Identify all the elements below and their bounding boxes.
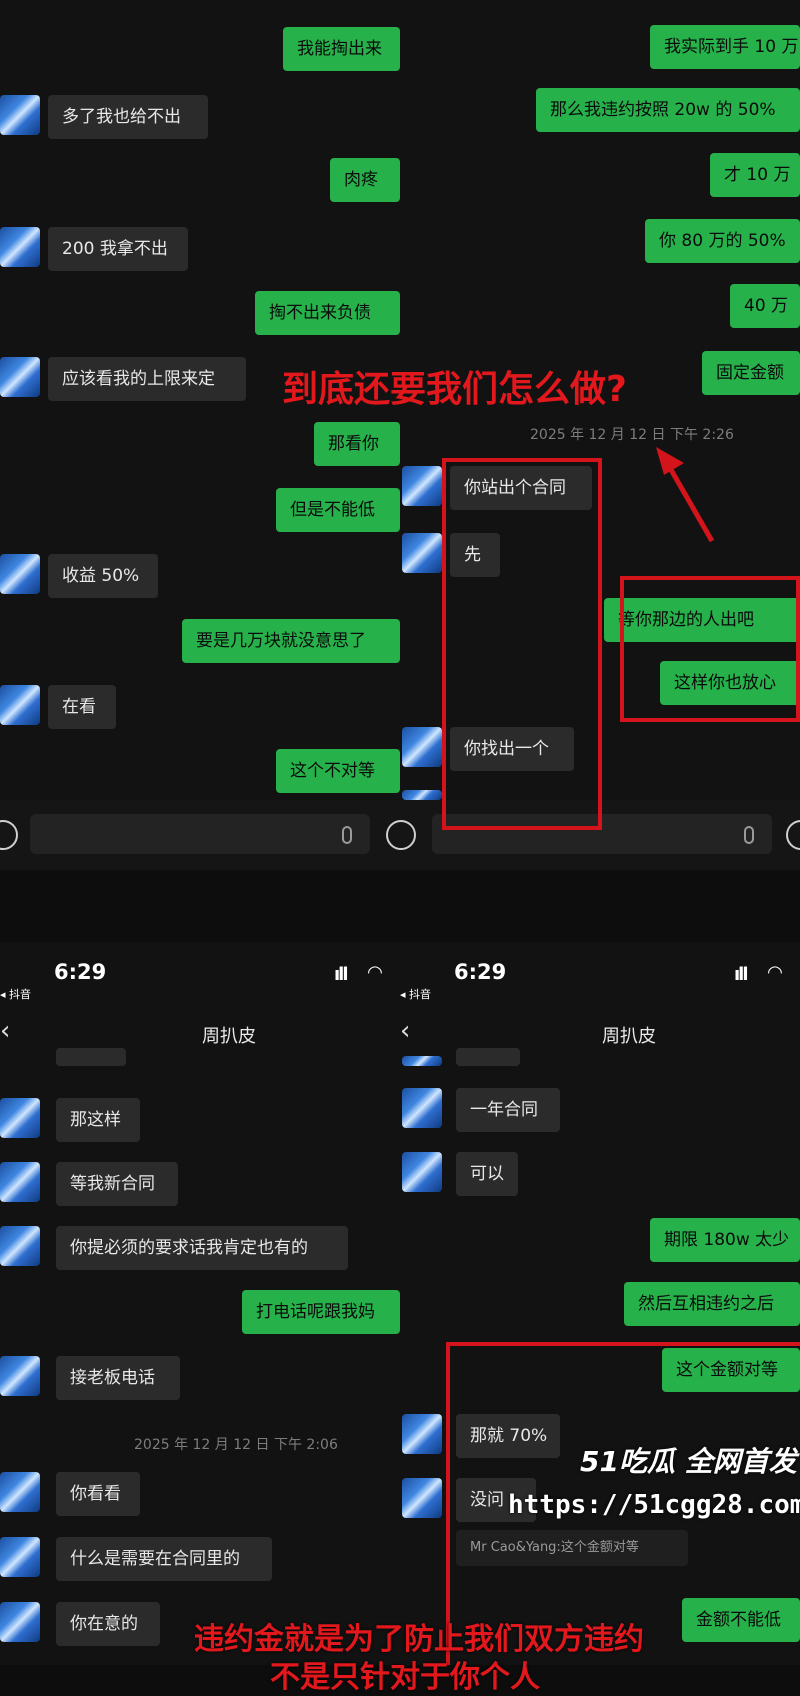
message-bubble[interactable]: 打电话呢跟我妈 [242, 1290, 400, 1334]
chat-panel-top-left: 我能掏出来 多了我也给不出 肉疼 200 我拿不出 掏不出来负债 应该看我的上限… [0, 0, 400, 850]
avatar[interactable] [402, 466, 442, 506]
highlight-box [620, 576, 800, 722]
message-bubble[interactable]: 一年合同 [456, 1088, 560, 1132]
emoji-icon[interactable] [386, 820, 416, 850]
message-bubble[interactable]: 那看你 [314, 422, 400, 466]
message-input-bar [0, 800, 800, 870]
watermark-url: https://51cgg28.com [508, 1490, 800, 1520]
message-bubble[interactable]: 你 80 万的 50% [645, 219, 800, 263]
emoji-icon[interactable] [786, 820, 800, 850]
chat-title: 周扒皮 [602, 1026, 656, 1047]
avatar[interactable] [0, 1098, 40, 1138]
annotation-headline: 到底还要我们怎么做? [282, 369, 627, 410]
message-bubble[interactable]: 等我新合同 [56, 1162, 178, 1206]
message-bubble[interactable]: 要是几万块就没意思了 [182, 619, 400, 663]
message-bubble[interactable]: 我实际到手 10 万 [650, 25, 800, 69]
avatar[interactable] [0, 357, 40, 397]
message-bubble[interactable]: 多了我也给不出 [48, 95, 208, 139]
message-bubble[interactable]: 那么我违约按照 20w 的 50% [536, 88, 800, 132]
message-bubble[interactable]: 你看看 [56, 1472, 140, 1516]
avatar[interactable] [402, 1088, 442, 1128]
avatar[interactable] [0, 1472, 40, 1512]
message-timestamp: 2025 年 12 月 12 日 下午 2:06 [134, 1437, 338, 1453]
message-bubble[interactable]: 应该看我的上限来定 [48, 357, 246, 401]
watermark-brand: 51吃瓜 全网首发 [580, 1445, 797, 1478]
message-bubble[interactable]: 接老板电话 [56, 1356, 180, 1400]
microphone-icon[interactable] [342, 826, 352, 844]
message-bubble[interactable]: 那这样 [56, 1098, 140, 1142]
message-input[interactable] [30, 814, 370, 854]
microphone-icon[interactable] [744, 826, 754, 844]
avatar[interactable] [0, 554, 40, 594]
chat-title: 周扒皮 [202, 1026, 256, 1047]
message-timestamp: 2025 年 12 月 12 日 下午 2:26 [530, 427, 734, 443]
status-time: 6:29 [54, 960, 107, 984]
avatar[interactable] [0, 1356, 40, 1396]
message-bubble[interactable]: 你在意的 [56, 1602, 160, 1646]
message-bubble[interactable]: 肉疼 [330, 158, 400, 202]
avatar[interactable] [0, 1226, 40, 1266]
avatar[interactable] [402, 1478, 442, 1518]
avatar[interactable] [0, 95, 40, 135]
status-app-label: ◂ 抖音 [400, 988, 432, 1001]
chat-panel-bottom-left: 6:29 ◂ 抖音 ıll ◠ ‹ 周扒皮 那这样 等我新合同 你提必须的要求话… [0, 942, 400, 1665]
avatar[interactable] [402, 1414, 442, 1454]
avatar [402, 1056, 442, 1066]
message-bubble[interactable]: 收益 50% [48, 554, 158, 598]
message-bubble[interactable]: 然后互相违约之后 [624, 1282, 800, 1326]
message-bubble[interactable]: 固定金额 [702, 351, 800, 395]
avatar[interactable] [402, 1152, 442, 1192]
message-bubble[interactable]: 在看 [48, 685, 116, 729]
message-bubble[interactable]: 200 我拿不出 [48, 227, 188, 271]
message-bubble[interactable]: 但是不能低 [276, 488, 400, 532]
highlight-box [442, 458, 602, 830]
status-time: 6:29 [454, 960, 507, 984]
avatar[interactable] [0, 1537, 40, 1577]
message-bubble[interactable]: 才 10 万 [710, 153, 800, 197]
avatar[interactable] [0, 1602, 40, 1642]
arrow-icon [656, 447, 715, 543]
signal-icon: ıll [734, 964, 748, 985]
avatar[interactable] [0, 685, 40, 725]
caption-line-2: 不是只针对于你个人 [270, 1660, 540, 1695]
message-bubble[interactable]: 40 万 [730, 284, 800, 328]
avatar[interactable] [402, 727, 442, 767]
avatar[interactable] [402, 533, 442, 573]
wifi-icon: ◠ [368, 962, 382, 983]
avatar[interactable] [0, 1162, 40, 1202]
message-bubble [56, 1048, 126, 1066]
voice-icon[interactable] [0, 820, 18, 850]
message-bubble [456, 1048, 520, 1066]
avatar[interactable] [0, 227, 40, 267]
message-bubble[interactable]: 这个不对等 [276, 749, 400, 793]
message-bubble[interactable]: 可以 [456, 1152, 518, 1196]
back-button[interactable]: ‹ [400, 1016, 410, 1046]
wifi-icon: ◠ [768, 962, 782, 983]
avatar [402, 790, 442, 800]
signal-icon: ıll [334, 964, 348, 985]
message-bubble[interactable]: 期限 180w 太少 [650, 1218, 800, 1262]
message-bubble[interactable]: 掏不出来负债 [255, 291, 400, 335]
back-button[interactable]: ‹ [0, 1016, 10, 1046]
message-bubble[interactable]: 什么是需要在合同里的 [56, 1537, 272, 1581]
status-app-label: ◂ 抖音 [0, 988, 32, 1001]
message-bubble[interactable]: 你提必须的要求话我肯定也有的 [56, 1226, 348, 1270]
message-bubble[interactable]: 我能掏出来 [283, 27, 400, 71]
